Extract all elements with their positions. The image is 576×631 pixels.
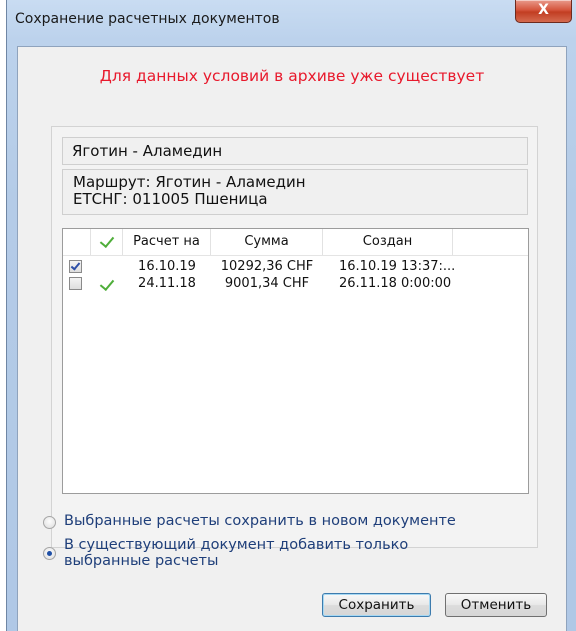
cargo-line: ЕТСНГ: 011005 Пшеница bbox=[73, 190, 268, 208]
table-header: Расчет на Сумма Создан bbox=[63, 229, 528, 256]
warning-message: Для данных условий в архиве уже существу… bbox=[99, 67, 485, 85]
details-panel: Яготин - Аламедин Маршрут: Яготин - Алам… bbox=[51, 126, 538, 548]
check-mark-icon bbox=[99, 232, 115, 249]
route-line: Маршрут: Яготин - Аламедин bbox=[73, 173, 306, 191]
option-new-document-label: Выбранные расчеты сохранить в новом доку… bbox=[64, 513, 456, 529]
row-created: 16.10.19 13:37:... bbox=[339, 259, 456, 274]
route-info-box: Маршрут: Яготин - Аламедин ЕТСНГ: 011005… bbox=[62, 169, 528, 215]
column-header-created[interactable]: Создан bbox=[323, 229, 453, 255]
row-checkbox[interactable] bbox=[69, 277, 82, 290]
row-sum: 10292,36 CHF bbox=[220, 259, 314, 274]
window-title: Сохранение расчетных документов bbox=[15, 11, 280, 27]
radio-new-document[interactable] bbox=[43, 516, 56, 529]
calculations-table: Расчет на Сумма Создан 16.10.19 10292,36… bbox=[62, 228, 529, 494]
row-date: 16.10.19 bbox=[138, 259, 196, 274]
dialog-window: Сохранение расчетных документов X Для да… bbox=[6, 0, 576, 631]
column-header-saved[interactable] bbox=[91, 229, 123, 255]
table-row[interactable]: 16.10.19 10292,36 CHF 16.10.19 13:37:... bbox=[63, 258, 528, 276]
row-checkbox[interactable] bbox=[69, 260, 82, 273]
close-icon: X bbox=[538, 2, 549, 18]
table-row[interactable]: 24.11.18 9001,34 CHF 26.11.18 0:00:00 bbox=[63, 275, 528, 293]
radio-existing-document[interactable] bbox=[43, 547, 56, 560]
column-header-sum[interactable]: Сумма bbox=[211, 229, 323, 255]
option-existing-document-label-2: выбранные расчеты bbox=[64, 553, 219, 569]
row-date: 24.11.18 bbox=[138, 276, 196, 291]
option-existing-document-label-1: В существующий документ добавить только bbox=[64, 537, 409, 553]
title-bar[interactable]: Сохранение расчетных документов X bbox=[7, 0, 576, 44]
column-header-select[interactable] bbox=[63, 229, 91, 255]
row-created: 26.11.18 0:00:00 bbox=[339, 276, 452, 291]
save-button[interactable]: Сохранить bbox=[322, 593, 431, 617]
saved-check-icon bbox=[99, 275, 115, 292]
dialog-body: Для данных условий в архиве уже существу… bbox=[17, 46, 567, 631]
route-name-field: Яготин - Аламедин bbox=[62, 137, 528, 165]
close-button[interactable]: X bbox=[515, 0, 572, 23]
row-sum: 9001,34 CHF bbox=[224, 276, 310, 291]
column-header-date[interactable]: Расчет на bbox=[123, 229, 211, 255]
cancel-button[interactable]: Отменить bbox=[445, 593, 547, 617]
